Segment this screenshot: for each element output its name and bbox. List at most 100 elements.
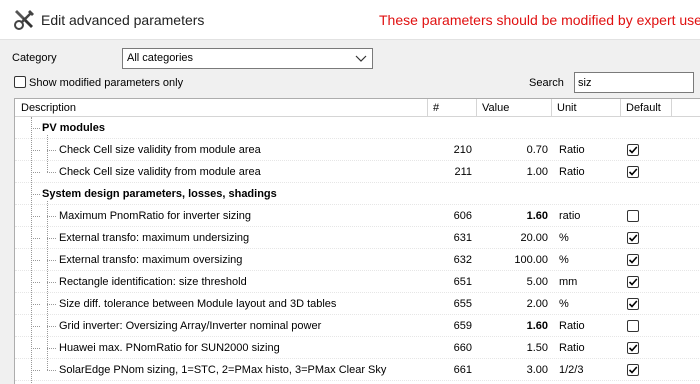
table-row[interactable]: Maximum PnomRatio for inverter sizing 606…	[15, 205, 700, 227]
tree-line	[31, 304, 40, 305]
show-modified-label: Show modified parameters only	[29, 77, 184, 89]
parameter-description: Check Cell size validity from module are…	[59, 166, 261, 178]
group-row[interactable]: PV modules	[15, 117, 700, 139]
parameter-value[interactable]: 2.00	[485, 298, 548, 310]
tree-line	[31, 282, 40, 283]
tree-line	[31, 260, 40, 261]
default-checkbox[interactable]	[627, 144, 639, 156]
default-checkbox[interactable]	[627, 232, 639, 244]
tree-line	[47, 172, 56, 173]
search-label: Search	[529, 77, 564, 89]
check-icon	[628, 234, 638, 242]
parameter-description: Grid inverter: Oversizing Array/Inverter…	[59, 320, 322, 332]
category-label: Category	[12, 52, 57, 64]
parameter-unit: %	[559, 232, 569, 244]
check-icon	[628, 256, 638, 264]
default-checkbox[interactable]	[627, 298, 639, 310]
tree-line	[31, 150, 40, 151]
parameter-number: 210	[453, 144, 472, 156]
parameters-table: Description # Value Unit Default PV modu…	[14, 98, 700, 384]
parameter-number: 660	[453, 342, 472, 354]
category-select-value: All categories	[127, 52, 194, 64]
table-row[interactable]: Huawei max. PNomRatio for SUN2000 sizing…	[15, 337, 700, 359]
column-separator[interactable]	[620, 99, 621, 117]
column-separator[interactable]	[427, 99, 428, 117]
search-input[interactable]	[574, 72, 694, 93]
tree-line	[31, 326, 40, 327]
parameter-number: 651	[453, 276, 472, 288]
table-row[interactable]: Rectangle identification: size threshold…	[15, 271, 700, 293]
tree-line	[47, 135, 48, 172]
table-row[interactable]: Check Cell size validity from module are…	[15, 161, 700, 183]
table-header: Description # Value Unit Default	[15, 99, 700, 117]
parameter-value[interactable]: 20.00	[485, 232, 548, 244]
parameter-unit: %	[559, 254, 569, 266]
group-label: System design parameters, losses, shadin…	[42, 188, 277, 200]
column-value[interactable]: Value	[482, 102, 509, 114]
parameter-number: 631	[453, 232, 472, 244]
tree-line	[47, 304, 56, 305]
tree-line	[47, 201, 48, 370]
parameter-value[interactable]: 1.50	[485, 342, 548, 354]
parameter-value[interactable]: 3.00	[485, 364, 548, 376]
tree-line	[47, 282, 56, 283]
group-label: PV modules	[42, 122, 105, 134]
column-default[interactable]: Default	[626, 102, 661, 114]
parameter-value[interactable]: 1.00	[485, 166, 548, 178]
tree-line	[31, 370, 40, 371]
default-checkbox[interactable]	[627, 276, 639, 288]
parameter-number: 211	[454, 166, 472, 178]
default-checkbox[interactable]	[627, 210, 639, 222]
default-checkbox[interactable]	[627, 342, 639, 354]
parameter-number: 606	[453, 210, 472, 222]
check-icon	[628, 366, 638, 374]
parameter-description: Rectangle identification: size threshold	[59, 276, 247, 288]
expert-warning: These parameters should be modified by e…	[379, 12, 700, 28]
show-modified-checkbox[interactable]	[14, 76, 26, 88]
parameter-value[interactable]: 1.60	[485, 320, 548, 332]
tree-line	[47, 326, 56, 327]
check-icon	[628, 300, 638, 308]
parameter-number: 632	[453, 254, 472, 266]
tree-line	[31, 172, 40, 173]
parameter-number: 661	[453, 364, 472, 376]
column-number[interactable]: #	[433, 102, 439, 114]
parameter-value[interactable]: 1.60	[485, 210, 548, 222]
tree-line	[31, 238, 40, 239]
group-row[interactable]: System design parameters, losses, shadin…	[15, 183, 700, 205]
check-icon	[628, 146, 638, 154]
column-separator[interactable]	[671, 99, 672, 117]
tree-line	[47, 260, 56, 261]
tree-line	[31, 348, 40, 349]
chevron-down-icon	[355, 55, 367, 62]
category-select[interactable]: All categories	[122, 48, 373, 69]
parameter-description: Maximum PnomRatio for inverter sizing	[59, 210, 251, 222]
parameter-value[interactable]: 0.70	[485, 144, 548, 156]
parameter-description: SolarEdge PNom sizing, 1=STC, 2=PMax his…	[59, 364, 387, 376]
parameter-description: External transfo: maximum undersizing	[59, 232, 250, 244]
column-separator[interactable]	[476, 99, 477, 117]
table-row[interactable]: External transfo: maximum undersizing 631…	[15, 227, 700, 249]
default-checkbox[interactable]	[627, 364, 639, 376]
tree-line	[47, 238, 56, 239]
parameter-description: External transfo: maximum oversizing	[59, 254, 243, 266]
default-checkbox[interactable]	[627, 166, 639, 178]
table-row[interactable]: Size diff. tolerance between Module layo…	[15, 293, 700, 315]
parameter-value[interactable]: 5.00	[485, 276, 548, 288]
table-row[interactable]: Check Cell size validity from module are…	[15, 139, 700, 161]
default-checkbox[interactable]	[627, 320, 639, 332]
column-description[interactable]: Description	[21, 102, 76, 114]
column-separator[interactable]	[551, 99, 552, 117]
table-row[interactable]: Grid inverter: Oversizing Array/Inverter…	[15, 315, 700, 337]
check-icon	[628, 278, 638, 286]
default-checkbox[interactable]	[627, 254, 639, 266]
parameter-value[interactable]: 100.00	[485, 254, 548, 266]
table-row[interactable]: SolarEdge PNom sizing, 1=STC, 2=PMax his…	[15, 359, 700, 381]
check-icon	[628, 344, 638, 352]
column-unit[interactable]: Unit	[557, 102, 577, 114]
parameter-number: 659	[453, 320, 472, 332]
table-row[interactable]: External transfo: maximum oversizing 632 1…	[15, 249, 700, 271]
tree-line	[31, 216, 40, 217]
tree-line	[31, 128, 40, 129]
parameter-unit: ratio	[559, 210, 581, 222]
